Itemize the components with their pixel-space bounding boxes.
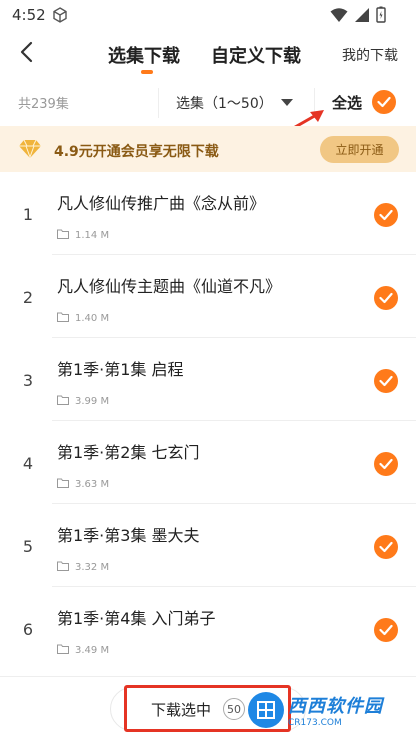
status-bar: 4:52: [0, 0, 416, 30]
back-button[interactable]: [12, 40, 40, 68]
episode-row[interactable]: 6 第1季·第4集 入门弟子 3.49 M: [0, 587, 416, 670]
episode-number: 1: [22, 205, 34, 224]
episode-title: 第1季·第4集 入门弟子: [57, 609, 216, 628]
tab-indicator: [141, 70, 153, 74]
folder-icon: [57, 478, 69, 491]
tab-custom-download[interactable]: 自定义下载: [211, 42, 301, 68]
watermark-logo-icon: [248, 692, 284, 728]
check-circle-icon[interactable]: [374, 286, 398, 310]
status-time: 4:52: [12, 6, 46, 24]
episode-size-value: 3.49 M: [75, 645, 110, 656]
episode-size-value: 3.99 M: [75, 396, 110, 407]
folder-icon: [57, 644, 69, 657]
folder-icon: [57, 395, 69, 408]
episode-size-value: 1.14 M: [75, 230, 110, 241]
vip-open-button[interactable]: 立即开通: [320, 136, 399, 163]
header: 选集下载 自定义下载 我的下载: [0, 30, 416, 80]
episode-number: 5: [22, 537, 34, 556]
episode-size-value: 1.40 M: [75, 313, 110, 324]
episode-size-value: 3.32 M: [75, 562, 110, 573]
episode-size: 3.32 M: [57, 561, 109, 574]
episode-list: 1 凡人修仙传推广曲《念从前》 1.14 M 2 凡人修仙传主题曲《仙道不凡》 …: [0, 172, 416, 670]
filter-row: 共239集 选集（1～50） 全选: [0, 80, 416, 126]
check-circle-icon[interactable]: [374, 203, 398, 227]
check-circle-icon: [372, 90, 397, 114]
episode-number: 6: [22, 620, 34, 639]
chevron-left-icon: [19, 41, 33, 67]
battery-icon: [376, 6, 386, 27]
episode-size: 3.49 M: [57, 644, 109, 657]
episode-title: 第1季·第2集 七玄门: [57, 443, 200, 462]
episode-number: 3: [22, 371, 34, 390]
episode-row[interactable]: 4 第1季·第2集 七玄门 3.63 M: [0, 421, 416, 504]
status-indicators: [330, 6, 386, 27]
tab-select-download[interactable]: 选集下载: [108, 42, 180, 68]
divider: [158, 88, 159, 118]
folder-icon: [57, 561, 69, 574]
episode-title: 凡人修仙传主题曲《仙道不凡》: [57, 277, 282, 296]
episode-size: 1.40 M: [57, 312, 109, 325]
watermark-site: CR173.COM: [288, 718, 342, 728]
episode-number: 2: [22, 288, 34, 307]
episode-title: 凡人修仙传推广曲《念从前》: [57, 194, 266, 213]
select-all-toggle[interactable]: 全选: [332, 90, 397, 114]
check-circle-icon[interactable]: [374, 452, 398, 476]
episode-row[interactable]: 3 第1季·第1集 启程 3.99 M: [0, 338, 416, 421]
check-circle-icon[interactable]: [374, 535, 398, 559]
folder-icon: [57, 312, 69, 325]
select-all-label: 全选: [332, 93, 363, 112]
episode-number: 4: [22, 454, 34, 473]
check-circle-icon[interactable]: [374, 369, 398, 393]
check-circle-icon[interactable]: [374, 618, 398, 642]
wifi-icon: [330, 7, 348, 27]
episode-size: 3.99 M: [57, 395, 109, 408]
episode-row[interactable]: 1 凡人修仙传推广曲《念从前》 1.14 M: [0, 172, 416, 255]
total-count: 共239集: [18, 97, 69, 112]
vip-banner: 4.9元开通会员享无限下载 立即开通: [0, 126, 416, 172]
episode-title: 第1季·第1集 启程: [57, 360, 184, 379]
episode-row[interactable]: 5 第1季·第3集 墨大夫 3.32 M: [0, 504, 416, 587]
episode-size: 1.14 M: [57, 229, 109, 242]
episode-size-value: 3.63 M: [75, 479, 110, 490]
cube-icon: [52, 7, 68, 23]
diamond-icon: [18, 139, 42, 163]
my-downloads-link[interactable]: 我的下载: [342, 45, 398, 65]
folder-icon: [57, 229, 69, 242]
signal-icon: [354, 7, 370, 27]
vip-promo-text: 4.9元开通会员享无限下载: [54, 144, 219, 160]
episode-title: 第1季·第3集 墨大夫: [57, 526, 200, 545]
episode-row[interactable]: 2 凡人修仙传主题曲《仙道不凡》 1.40 M: [0, 255, 416, 338]
watermark: 西西软件园 CR173.COM: [248, 688, 408, 732]
watermark-brand: 西西软件园: [288, 696, 383, 717]
range-label: 选集（1～50）: [176, 96, 273, 112]
episode-size: 3.63 M: [57, 478, 109, 491]
